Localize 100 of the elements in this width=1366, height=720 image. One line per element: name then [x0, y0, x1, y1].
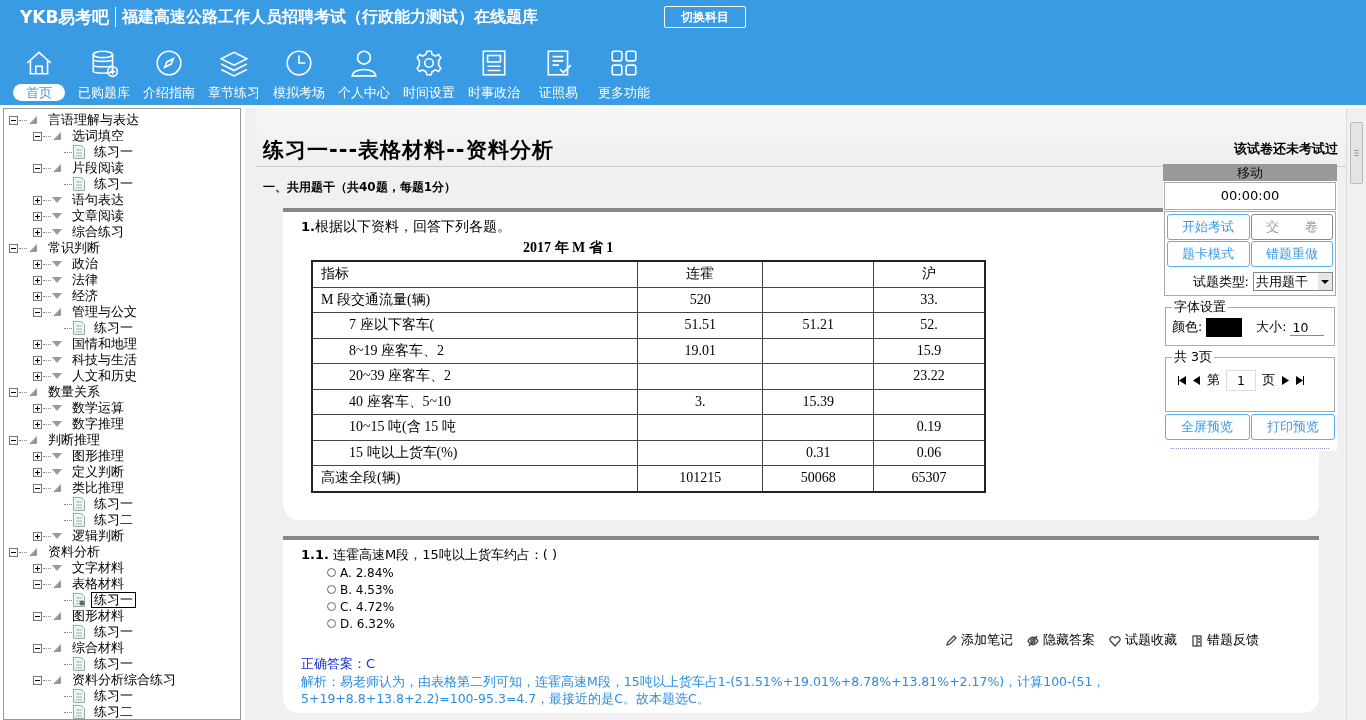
triangle-icon [51, 579, 63, 589]
tree-folder[interactable]: 类比推理 [69, 480, 127, 496]
collapse-icon[interactable] [9, 387, 18, 397]
tree-folder[interactable]: 资料分析综合练习 [69, 672, 179, 688]
table-cell: 51.21 [762, 312, 874, 338]
collapse-icon[interactable] [33, 675, 42, 685]
compass-icon[interactable] [153, 48, 184, 78]
radio-button[interactable] [327, 568, 336, 577]
table-cell: 10~15 吨(含 15 吨 [312, 414, 638, 440]
expand-icon[interactable] [33, 467, 42, 477]
expand-icon[interactable] [33, 403, 42, 413]
table-title: 2017 年 M 省 1 [523, 239, 614, 257]
collapse-icon[interactable] [9, 435, 18, 445]
expand-icon[interactable] [33, 371, 42, 381]
collapse-icon[interactable] [9, 547, 18, 557]
expand-icon[interactable] [33, 291, 42, 301]
radio-button[interactable] [327, 619, 336, 628]
page-suffix: 页 [1262, 372, 1275, 389]
tree-folder[interactable]: 资料分析 [45, 544, 103, 560]
type-select[interactable]: 共用题干 [1253, 272, 1333, 291]
tree-folder[interactable]: 图形材料 [69, 608, 127, 624]
tree-folder[interactable]: 逻辑判断 [69, 528, 127, 544]
tree-folder[interactable]: 法律 [69, 272, 101, 288]
first-page-icon[interactable] [1177, 376, 1186, 385]
tree-item[interactable]: 练习一 [91, 656, 136, 672]
collapse-icon[interactable] [33, 131, 42, 141]
previous-page-icon[interactable] [1192, 376, 1201, 385]
tree-folder[interactable]: 数学运算 [69, 400, 127, 416]
action-link[interactable]: 错题反馈 [1191, 632, 1259, 649]
tree-folder[interactable]: 综合材料 [69, 640, 127, 656]
expand-icon[interactable] [33, 563, 42, 573]
clock-icon[interactable] [283, 48, 314, 78]
tree-folder[interactable]: 定义判断 [69, 464, 127, 480]
color-swatch[interactable] [1206, 318, 1243, 337]
tree-folder[interactable]: 国情和地理 [69, 336, 140, 352]
tree-folder[interactable]: 片段阅读 [69, 160, 127, 176]
tree-folder[interactable]: 经济 [69, 288, 101, 304]
move-handle[interactable]: 移动 [1163, 164, 1337, 181]
radio-button[interactable] [327, 585, 336, 594]
person-icon[interactable] [348, 48, 379, 78]
tree-folder[interactable]: 管理与公文 [69, 304, 140, 320]
tree-item[interactable]: 练习一 [91, 176, 136, 192]
tree-folder[interactable]: 言语理解与表达 [45, 112, 142, 128]
tree-item[interactable]: 练习一 [91, 592, 136, 608]
tree-folder[interactable]: 数量关系 [45, 384, 103, 400]
action-link[interactable]: 添加笔记 [945, 632, 1013, 649]
tree-item[interactable]: 练习二 [91, 704, 136, 719]
tree-item[interactable]: 练习一 [91, 496, 136, 512]
tree-folder[interactable]: 语句表达 [69, 192, 127, 208]
tree-item[interactable]: 练习二 [91, 512, 136, 528]
dropdown-icon[interactable] [1318, 273, 1332, 290]
collapse-icon[interactable] [33, 483, 42, 493]
expand-icon[interactable] [33, 419, 42, 429]
expand-icon[interactable] [33, 451, 42, 461]
tree-folder[interactable]: 常识判断 [45, 240, 103, 256]
last-page-icon[interactable] [1296, 376, 1305, 385]
tree-folder[interactable]: 表格材料 [69, 576, 127, 592]
document-icon [73, 177, 85, 191]
expand-icon[interactable] [33, 227, 42, 237]
tree-item[interactable]: 练习一 [91, 320, 136, 336]
triangle-icon [51, 467, 63, 477]
tree-folder[interactable]: 综合练习 [69, 224, 127, 240]
tree-folder[interactable]: 选词填空 [69, 128, 127, 144]
size-field[interactable]: 10 [1290, 319, 1325, 336]
tree-item[interactable]: 练习一 [91, 624, 136, 640]
table-cell: 15.39 [762, 389, 874, 415]
next-page-icon[interactable] [1281, 376, 1290, 385]
collapse-icon[interactable] [33, 579, 42, 589]
expand-icon[interactable] [33, 531, 42, 541]
tree-folder[interactable]: 科技与生活 [69, 352, 140, 368]
expand-icon[interactable] [33, 339, 42, 349]
collapse-icon[interactable] [33, 163, 42, 173]
expand-icon[interactable] [33, 195, 42, 205]
collapse-icon[interactable] [9, 115, 18, 125]
collapse-icon[interactable] [33, 611, 42, 621]
tree-folder[interactable]: 数字推理 [69, 416, 127, 432]
grid-icon[interactable] [608, 48, 639, 78]
tree-folder[interactable]: 人文和历史 [69, 368, 140, 384]
heart-icon [1109, 634, 1121, 647]
action-link[interactable]: 隐藏答案 [1027, 632, 1095, 649]
collapse-icon[interactable] [9, 243, 18, 253]
action-link[interactable]: 试题收藏 [1109, 632, 1177, 649]
scroll-thumb[interactable] [1350, 122, 1363, 184]
tree-folder[interactable]: 判断推理 [45, 432, 103, 448]
collapse-icon[interactable] [33, 643, 42, 653]
tree-folder[interactable]: 文章阅读 [69, 208, 127, 224]
expand-icon[interactable] [33, 211, 42, 221]
tree-folder[interactable]: 图形推理 [69, 448, 127, 464]
tree-folder[interactable]: 政治 [69, 256, 101, 272]
page-field[interactable]: 1 [1226, 370, 1256, 391]
tree-item[interactable]: 练习一 [91, 144, 136, 160]
expand-icon[interactable] [33, 355, 42, 365]
tree-folder[interactable]: 文字材料 [69, 560, 127, 576]
expand-icon[interactable] [33, 275, 42, 285]
tree-item[interactable]: 练习一 [91, 688, 136, 704]
triangle-icon [51, 371, 63, 381]
radio-button[interactable] [327, 602, 336, 611]
settings-icon[interactable] [413, 48, 444, 78]
expand-icon[interactable] [33, 259, 42, 269]
collapse-icon[interactable] [33, 307, 42, 317]
